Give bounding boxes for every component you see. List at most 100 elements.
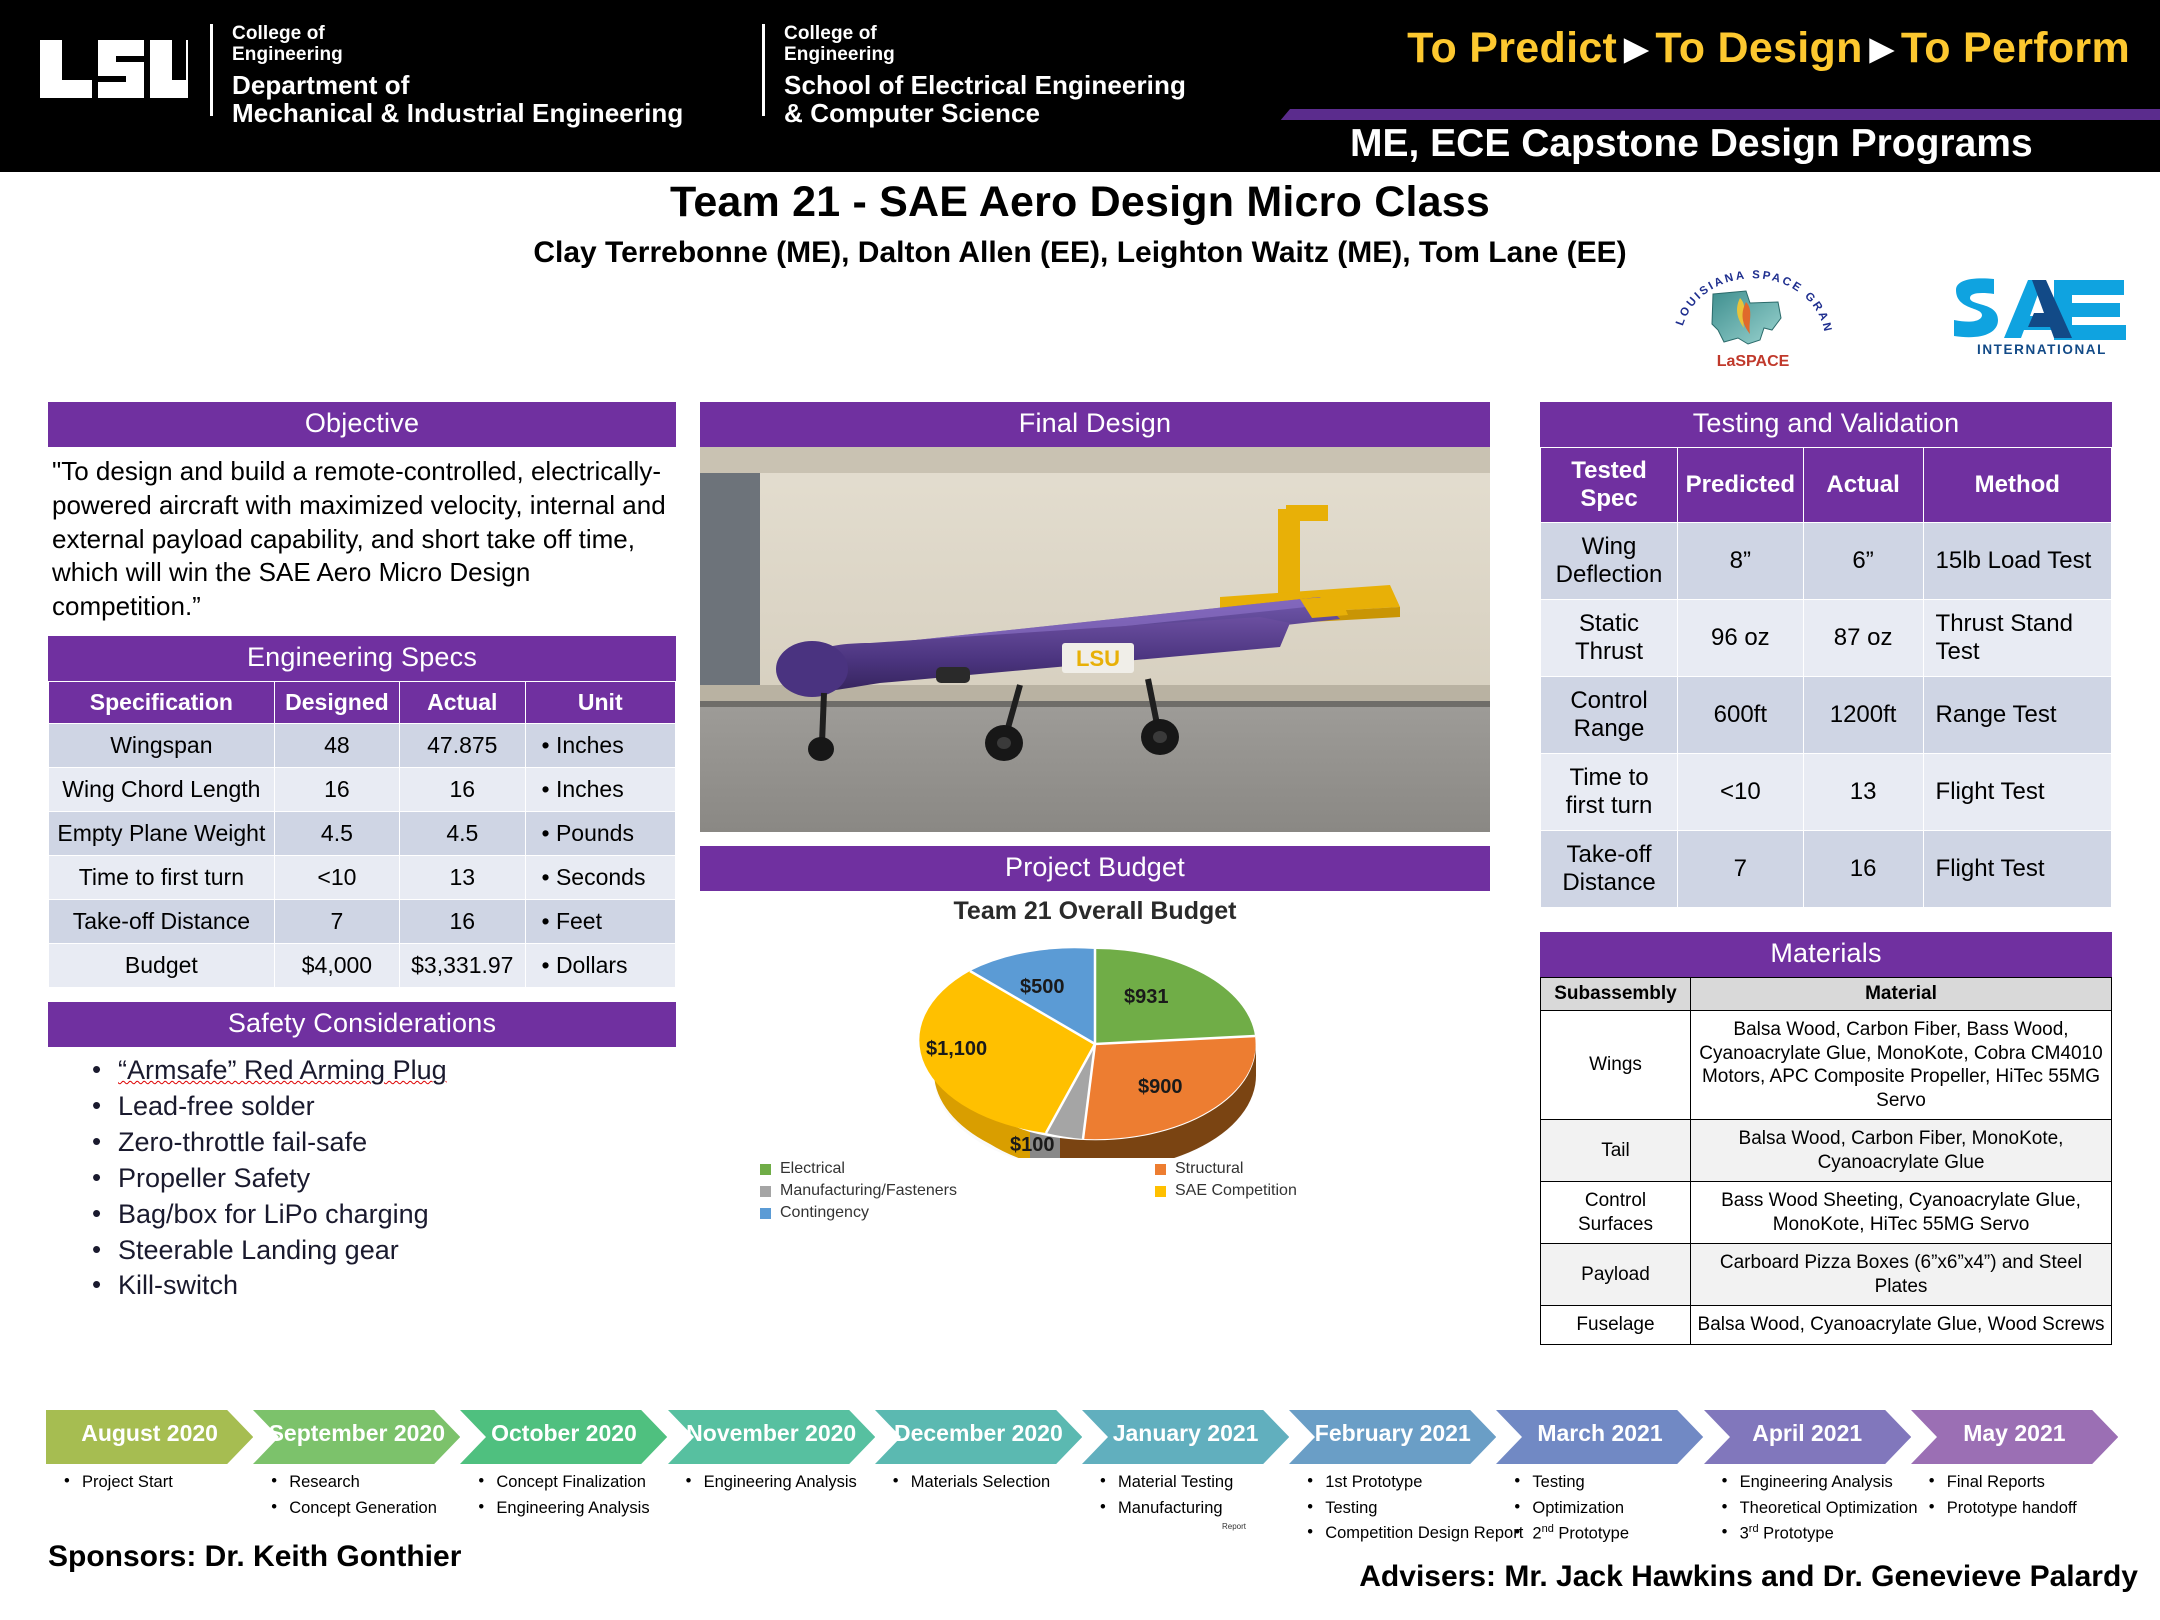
table-row: Empty Plane Weight 4.5 4.5 • Pounds — [48, 810, 676, 856]
cell-designed: 48 — [273, 722, 401, 768]
pie-label-manufacturing: $100 — [1010, 1134, 1055, 1156]
table-row: Budget $4,000 $3,331.97 • Dollars — [48, 942, 676, 988]
timeline-task-list: ResearchConcept Generation — [271, 1469, 437, 1521]
timeline-task-group: Project Start — [64, 1469, 173, 1496]
cell-unit: • Inches — [524, 766, 676, 812]
final-design-photo: LSU — [700, 447, 1490, 832]
legend-label: Contingency — [780, 1204, 869, 1221]
table-row: Fuselage Balsa Wood, Cyanoacrylate Glue,… — [1540, 1305, 2112, 1346]
timeline-task-item: Testing — [1514, 1469, 1629, 1496]
list-item: Lead-free solder — [92, 1088, 676, 1125]
safety-heading: Safety Considerations — [48, 1001, 676, 1047]
timeline-segment[interactable]: October 2020 — [460, 1410, 668, 1464]
list-item: “Armsafe” Red Arming Plug — [92, 1052, 676, 1089]
poster-canvas: College of Engineering Department of Mec… — [0, 0, 2160, 1620]
triangle-icon-2: ▶ — [1869, 31, 1894, 66]
table-header-row: Specification Designed Actual Unit — [48, 680, 676, 724]
table-row: Take-off Distance 7 16 • Feet — [48, 898, 676, 944]
cell-subassembly: Fuselage — [1540, 1305, 1691, 1346]
timeline-segment[interactable]: November 2020 — [667, 1410, 875, 1464]
timeline-segment[interactable]: February 2021 — [1289, 1410, 1497, 1464]
timeline-segment[interactable]: March 2021 — [1496, 1410, 1704, 1464]
program-banner-label: ME, ECE Capstone Design Programs — [1350, 122, 2033, 165]
legend-swatch-icon — [760, 1185, 771, 1197]
cell-actual: 4.5 — [399, 810, 526, 856]
materials-table: Subassembly Material Wings Balsa Wood, C… — [1540, 977, 2112, 1346]
legend-item-contingency: Contingency — [700, 1202, 1095, 1224]
table-row: Wingspan 48 47.875 • Inches — [48, 722, 676, 768]
cell-actual: $3,331.97 — [399, 942, 526, 988]
dept1-line3: Department of — [232, 70, 410, 101]
pie-chart: $931 $900 $100 $1,100 $500 — [700, 926, 1490, 1171]
dept2-line1: College of — [784, 23, 877, 44]
col-designed: Designed — [273, 680, 401, 724]
cell-unit: • Dollars — [524, 942, 676, 988]
cell-spec: Budget — [48, 942, 275, 988]
timeline-task-group: Engineering AnalysisTheoretical Optimiza… — [1722, 1469, 1918, 1547]
timeline-segment[interactable]: April 2021 — [1703, 1410, 1911, 1464]
cell-spec: Time to first turn — [48, 854, 275, 900]
timeline-task-item: Material Testing — [1100, 1469, 1233, 1496]
cell-spec: Wing Chord Length — [48, 766, 275, 812]
cell-predicted: 7 — [1677, 830, 1804, 908]
table-row: Take-off Distance 7 16 Flight Test — [1539, 830, 2113, 908]
cell-method: Flight Test — [1922, 753, 2113, 831]
cell-unit: • Pounds — [524, 810, 676, 856]
aircraft-photo-illustration: LSU — [700, 447, 1490, 832]
timeline-task-group: Materials Selection — [893, 1469, 1050, 1496]
timeline-month-label: February 2021 — [1314, 1420, 1471, 1446]
testing-heading: Testing and Validation — [1540, 402, 2112, 447]
cell-designed: 7 — [273, 898, 401, 944]
timeline-task-item: Theoretical Optimization — [1722, 1495, 1918, 1522]
timeline-segment[interactable]: September 2020 — [253, 1410, 461, 1464]
dept1-line4: Mechanical & Industrial Engineering — [232, 98, 684, 129]
poster-header: College of Engineering Department of Mec… — [0, 0, 2160, 172]
legend-item-manufacturing: Manufacturing/Fasteners — [700, 1180, 1095, 1202]
table-row: Payload Carboard Pizza Boxes (6”x6”x4”) … — [1540, 1243, 2112, 1307]
cell-material: Balsa Wood, Carbon Fiber, MonoKote, Cyan… — [1690, 1119, 2112, 1183]
cell-tested-spec: Time to first turn — [1539, 753, 1679, 831]
timeline-task-group: Engineering Analysis — [686, 1469, 857, 1496]
materials-heading: Materials — [1540, 932, 2112, 977]
chart-title: Team 21 Overall Budget — [953, 897, 1237, 925]
header-tagline: To Predict ▶ To Design ▶ To Perform — [1407, 24, 2130, 73]
timeline-task-item: 3rd Prototype — [1722, 1520, 1918, 1547]
cell-actual: 16 — [399, 766, 526, 812]
cell-subassembly: Payload — [1540, 1243, 1691, 1307]
table-row: Wing Chord Length 16 16 • Inches — [48, 766, 676, 812]
timeline-task-list: Engineering AnalysisTheoretical Optimiza… — [1722, 1469, 1918, 1547]
timeline-task-group: TestingOptimization2nd Prototype — [1514, 1469, 1629, 1547]
cell-material: Bass Wood Sheeting, Cyanoacrylate Glue, … — [1690, 1181, 2112, 1245]
col-unit: Unit — [524, 680, 676, 724]
timeline-segment[interactable]: August 2020 — [46, 1410, 254, 1464]
timeline-task-group: 1st PrototypeTestingCompetition Design R… — [1307, 1469, 1523, 1547]
triangle-icon-1: ▶ — [1624, 31, 1649, 66]
timeline-task-item: Testing — [1307, 1495, 1523, 1522]
timeline-segment[interactable]: January 2021 — [1082, 1410, 1290, 1464]
table-row: Control Surfaces Bass Wood Sheeting, Cya… — [1540, 1181, 2112, 1245]
table-row: Wings Balsa Wood, Carbon Fiber, Bass Woo… — [1540, 1009, 2112, 1121]
timeline-task-item: Engineering Analysis — [1722, 1469, 1918, 1496]
final-design-heading: Final Design — [700, 402, 1490, 447]
legend-label: Manufacturing/Fasteners — [780, 1182, 957, 1199]
legend-label: SAE Competition — [1175, 1182, 1297, 1199]
sponsor-logos: LOUISIANA SPACE GRANT CONSORTIUM LaSPACE… — [1650, 249, 2130, 370]
right-column: Testing and Validation Tested Spec Predi… — [1539, 402, 2113, 1346]
timeline-task-list: Engineering Analysis — [686, 1469, 857, 1496]
timeline-segment[interactable]: May 2021 — [1910, 1410, 2118, 1464]
list-item: Zero-throttle fail-safe — [92, 1124, 676, 1161]
timeline-task-group: ResearchConcept Generation — [271, 1469, 437, 1521]
timeline-task-item: Engineering Analysis — [686, 1469, 857, 1496]
timeline-segment[interactable]: December 2020 — [874, 1410, 1082, 1464]
legend-row: Electrical Structural — [700, 1158, 1490, 1180]
timeline-month-label: September 2020 — [268, 1420, 445, 1446]
cell-designed: $4,000 — [273, 942, 401, 988]
table-row: Tail Balsa Wood, Carbon Fiber, MonoKote,… — [1540, 1119, 2112, 1183]
col-subassembly: Subassembly — [1540, 977, 1691, 1011]
legend-item-structural: Structural — [1095, 1158, 1490, 1180]
col-actual: Actual — [399, 680, 526, 724]
legend-item-sae: SAE Competition — [1095, 1180, 1490, 1202]
dept-mechanical: College of Engineering Department of Mec… — [232, 23, 684, 129]
legend-swatch-icon — [1155, 1185, 1166, 1197]
cell-unit: • Inches — [524, 722, 676, 768]
